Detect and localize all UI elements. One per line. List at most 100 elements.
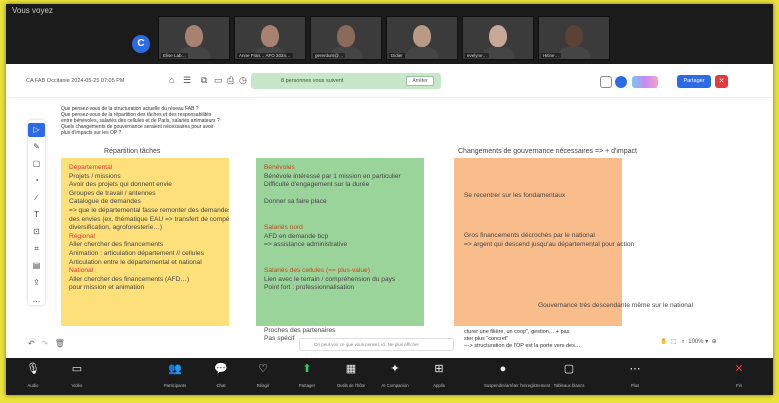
trash-icon[interactable]: 🗑 <box>55 339 65 348</box>
note-line: des envies (ex. thématique EAU => transf… <box>69 215 229 223</box>
stop-follow-button[interactable]: Arrêter <box>406 76 434 86</box>
timer-icon[interactable]: ◷ <box>239 75 247 86</box>
line-tool-icon[interactable]: ∕ <box>28 191 45 205</box>
toolbar-label: Tableaux blancs <box>553 383 585 388</box>
card-tool-icon[interactable]: ▤ <box>28 259 45 273</box>
tip-banner[interactable]: On peut voir ce que vous pensez ici. Ne … <box>299 338 454 351</box>
zoom-level[interactable]: 100% <box>688 339 703 345</box>
ai-companion-button[interactable]: ✦ AI Companion <box>376 362 414 388</box>
menu-icon[interactable]: ☰ <box>183 75 191 86</box>
video-button[interactable]: ▭ Vidéo <box>58 362 96 388</box>
followers-banner: 8 personnes vous suivent Arrêter <box>251 73 441 89</box>
react-icon: ♡ <box>258 363 268 375</box>
overflow-line: Proches des partenaires <box>264 327 336 334</box>
note-line: Lien avec le terrain / compréhension du … <box>264 275 396 283</box>
participant-tile[interactable]: Didier <box>386 16 458 60</box>
chat-bubble-icon[interactable] <box>600 76 612 88</box>
apps-button[interactable]: ⊞ Applis <box>420 362 458 388</box>
toolbar-label: Participants <box>163 383 187 388</box>
participant-name: Hitine… <box>541 53 562 58</box>
select-tool-icon[interactable]: ▷ <box>28 123 45 137</box>
comment-icon[interactable]: ▭ <box>214 75 223 86</box>
share-indicator[interactable]: Vous voyez <box>6 4 59 17</box>
drawing-toolbar: ▷ ✎ ▢ ◔ ∕ T ⊡ ⌗ ▤ ⇪ … <box>28 120 45 305</box>
zoom-in-icon[interactable]: ⊕ <box>712 339 717 345</box>
hand-icon[interactable]: ✋ <box>660 339 667 345</box>
toolbar-label: Vidéo <box>71 383 83 388</box>
note-line: Groupes de travail / antennes <box>69 189 156 197</box>
whiteboards-icon: ▢ <box>563 363 575 375</box>
minimap-icon[interactable]: ⬚ <box>671 339 677 345</box>
undo-redo-controls: ↶ ↷ 🗑 <box>28 339 65 348</box>
toolbar-label: AI Companion <box>381 383 409 388</box>
zoom-window: Vous voyez C Elise Lab… Anne Fran… AFO 2… <box>6 4 773 395</box>
participant-tile[interactable]: Elise Lab… <box>158 16 230 60</box>
sticky-note-yellow[interactable]: Départemental Projets / missions Avoir des… <box>61 158 229 326</box>
whiteboard-canvas[interactable]: ▷ ✎ ▢ ◔ ∕ T ⊡ ⌗ ▤ ⇪ … Que pensez-vous de… <box>6 98 773 358</box>
microphone-button[interactable]: 🎙 Audio <box>14 362 52 388</box>
column-title-repartition: Répartition tâches <box>104 148 161 155</box>
ai-companion-icon: ✦ <box>390 363 400 375</box>
participant-name: evelyne… <box>465 53 490 58</box>
toolbar-label: Outils de l'hôte <box>336 383 366 388</box>
toolbar-label: Fin <box>736 383 742 388</box>
note-line: pour mission et animation <box>69 284 145 292</box>
record-button[interactable]: ● Suspendre/arrêter l'enregistrement <box>484 362 551 388</box>
zoom-dropdown-icon[interactable]: ▾ <box>705 339 708 345</box>
participants-button[interactable]: 👥 Participants <box>156 362 194 388</box>
sticky-note-orange[interactable]: Se recentrer sur les fondamentaux Gros fi… <box>454 158 693 326</box>
shapes-icon[interactable]: ◔ <box>28 174 45 188</box>
board-filename[interactable]: CA FAB Occitanie 2024-05-25 07:05 PM <box>26 78 124 84</box>
templates-icon[interactable]: ⧉ <box>201 75 207 86</box>
end-button[interactable]: ✕ Fin <box>720 362 758 388</box>
frame-tool-icon[interactable]: ⊡ <box>28 225 45 239</box>
participant-tile[interactable]: gererdurs@… <box>310 16 382 60</box>
react-button[interactable]: ♡ Réagir <box>244 362 282 388</box>
share-board-button[interactable]: Partager <box>677 75 711 88</box>
user-avatar-icon[interactable] <box>615 76 627 88</box>
participant-tile[interactable]: Hitine… <box>538 16 610 60</box>
note-line: Salariés nord <box>264 224 303 232</box>
more-icon: ⋯ <box>629 363 641 375</box>
chat-button[interactable]: 💬 Chat <box>202 362 240 388</box>
close-board-button[interactable]: ✕ <box>715 75 728 88</box>
toolbar-label: Suspendre/arrêter l'enregistrement <box>484 383 551 388</box>
print-icon[interactable]: ⎙ <box>227 75 234 86</box>
note-line: Articulation entre le départemental et n… <box>69 258 202 266</box>
share-button[interactable]: ⬆ Partager <box>288 362 326 388</box>
redo-icon[interactable]: ↷ <box>41 339 48 348</box>
whiteboard-button[interactable]: ▦ Outils de l'hôte <box>332 362 370 388</box>
note-line: Difficulté d'engagement sur la durée <box>264 181 370 189</box>
pen-tool-icon[interactable]: ✎ <box>28 140 45 154</box>
microphone-icon: 🎙 <box>26 363 40 375</box>
note-line: AFD en demande bcp <box>264 232 329 240</box>
sticky-note-icon[interactable]: ▢ <box>28 157 45 171</box>
note-line: Point fort : professionnalisation <box>264 284 355 292</box>
participant-strip: Vous voyez C Elise Lab… Anne Fran… AFO 2… <box>6 4 773 64</box>
participant-tile[interactable]: Anne Fran… AFO 2024… <box>234 16 306 60</box>
undo-icon[interactable]: ↶ <box>28 339 35 348</box>
whiteboards-button[interactable]: ▢ Tableaux blancs <box>550 362 588 388</box>
apps-icon: ⊞ <box>434 363 444 375</box>
partial-line: ---> structuration de l'OP est la porte … <box>464 343 581 349</box>
end-icon: ✕ <box>734 363 744 375</box>
gallery-toggle-button[interactable]: C <box>132 35 150 53</box>
share-icon: ⬆ <box>302 363 312 375</box>
note-line: diversification, agroforesterie…) <box>69 224 163 232</box>
text-tool-icon[interactable]: T <box>28 208 45 222</box>
more-tools-icon[interactable]: … <box>28 293 45 307</box>
zoom-search-icon[interactable]: ⌕ <box>682 339 685 345</box>
screenshot-frame: Vous voyez C Elise Lab… Anne Fran… AFO 2… <box>0 0 779 403</box>
participant-tile[interactable]: evelyne… <box>462 16 534 60</box>
note-line: Gouvernance très descendante même sur le… <box>538 302 694 309</box>
table-tool-icon[interactable]: ⌗ <box>28 242 45 256</box>
collaborators-icon[interactable] <box>632 76 658 88</box>
more-button[interactable]: ⋯ Plus <box>616 362 654 388</box>
zoom-controls: ✋ ⬚ ⌕ 100% ▾ ⊕ <box>660 338 717 346</box>
home-icon[interactable]: ⌂ <box>169 75 174 85</box>
note-line: Animation : articulation département // … <box>69 249 204 257</box>
upload-icon[interactable]: ⇪ <box>28 276 45 290</box>
note-line: => que le départemental fasse remonter d… <box>69 206 229 214</box>
note-line: Gros financements décrochés par le natio… <box>464 232 595 239</box>
sticky-note-green[interactable]: Bénévoles Bénévole intéressé par 1 missio… <box>256 158 424 326</box>
